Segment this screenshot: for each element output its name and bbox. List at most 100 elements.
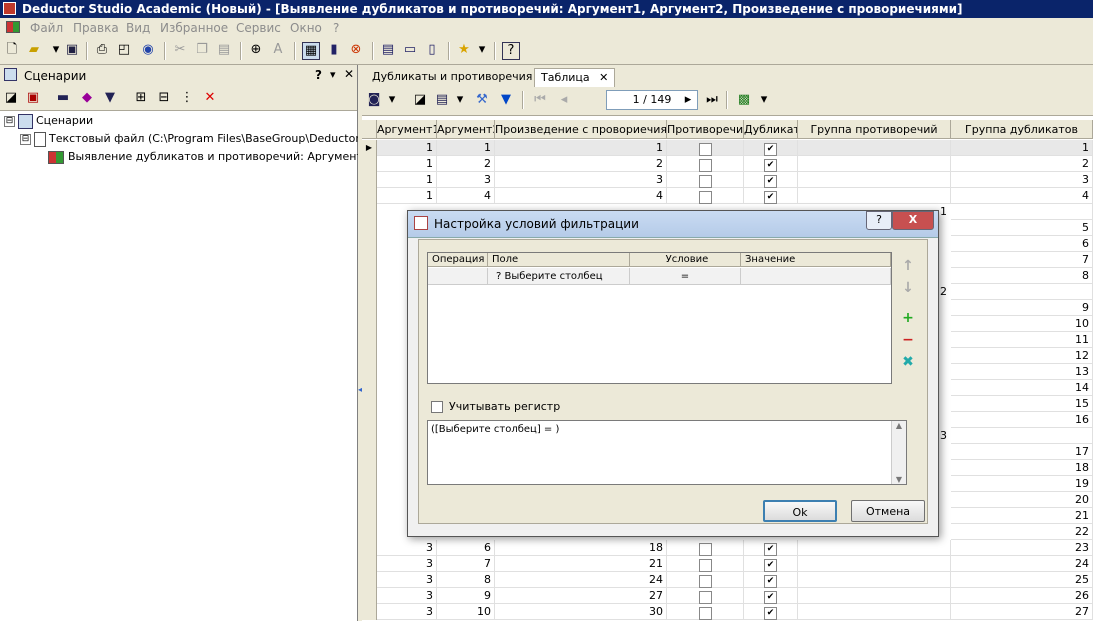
tree-node-duplicates[interactable]: Выявление дубликатов и противоречий: Арг…: [48, 148, 404, 166]
contradiction-checkbox[interactable]: [698, 174, 712, 188]
table-cell[interactable]: [798, 156, 951, 172]
table-cell[interactable]: [798, 540, 951, 556]
menu-window[interactable]: Окно: [290, 21, 322, 35]
table-cell[interactable]: 8: [437, 572, 495, 588]
table-cell[interactable]: [667, 588, 744, 604]
table-cell[interactable]: ✔: [744, 188, 798, 204]
table-row[interactable]: 3 10 30 ✔ 27: [362, 604, 1093, 620]
table-cell[interactable]: ✔: [744, 572, 798, 588]
duplicate-checkbox[interactable]: ✔: [764, 174, 777, 188]
table-cell[interactable]: 30: [495, 604, 667, 620]
column-header[interactable]: Дубликат: [744, 120, 798, 139]
tab-table[interactable]: Таблица ✕: [534, 68, 616, 87]
group-duplicates-cell[interactable]: 15: [951, 396, 1093, 412]
group-duplicates-cell[interactable]: 18: [951, 460, 1093, 476]
checkbox-box[interactable]: [431, 401, 443, 413]
table-cell[interactable]: 3: [377, 540, 437, 556]
group-duplicates-cell[interactable]: 8: [951, 268, 1093, 284]
table-cell[interactable]: [798, 556, 951, 572]
condition-cell[interactable]: =: [630, 268, 741, 285]
scroll-up-icon[interactable]: ▲: [892, 421, 906, 430]
group-duplicates-cell[interactable]: 19: [951, 476, 1093, 492]
contradiction-checkbox[interactable]: [698, 542, 712, 556]
export-dropdown-icon[interactable]: ▾: [756, 92, 772, 108]
duplicate-checkbox[interactable]: ✔: [764, 542, 777, 556]
wizard-visualize-icon[interactable]: ▬: [55, 90, 71, 106]
book-icon[interactable]: ▮: [326, 42, 342, 58]
group-duplicates-cell[interactable]: [951, 284, 1093, 300]
table-row[interactable]: 3 8 24 ✔ 25: [362, 572, 1093, 588]
wizard-report-icon[interactable]: ▼: [102, 90, 118, 106]
tree-node-textfile[interactable]: ⊟ Текстовый файл (C:\Program Files\BaseGr…: [20, 130, 390, 148]
menu-file[interactable]: Файл: [30, 21, 63, 35]
tab-close-icon[interactable]: ✕: [599, 71, 608, 84]
table-cell[interactable]: 3: [377, 556, 437, 572]
group-duplicates-cell[interactable]: 16: [951, 412, 1093, 428]
excel-export-icon[interactable]: ▩: [736, 92, 752, 108]
table-cell[interactable]: 1: [377, 172, 437, 188]
globe-icon[interactable]: ◉: [140, 42, 156, 58]
table-cell[interactable]: 4: [437, 188, 495, 204]
duplicate-checkbox[interactable]: ✔: [764, 142, 777, 156]
last-page-icon[interactable]: ⏭: [704, 92, 720, 108]
menu-help[interactable]: ?: [333, 21, 339, 35]
table-cell[interactable]: 1: [951, 140, 1093, 156]
mdi-child-icon[interactable]: [6, 21, 20, 33]
contradiction-checkbox[interactable]: [698, 574, 712, 588]
table-cell[interactable]: ✔: [744, 556, 798, 572]
filter-icon[interactable]: ▼: [498, 92, 514, 108]
tree-expander[interactable]: ⊟: [20, 133, 31, 145]
table-cell[interactable]: 1: [377, 140, 437, 156]
dialog-close-button[interactable]: X: [892, 211, 934, 230]
group-duplicates-cell[interactable]: 5: [951, 220, 1093, 236]
group-duplicates-cell[interactable]: [951, 428, 1093, 444]
tab-duplicates[interactable]: Дубликаты и противоречия ✕: [366, 68, 557, 86]
table-cell[interactable]: 3: [495, 172, 667, 188]
wizard-process-icon[interactable]: ▣: [25, 90, 41, 106]
column-header[interactable]: Группа противоречий: [798, 120, 951, 139]
move-up-icon[interactable]: ↑: [900, 258, 916, 274]
remove-condition-icon[interactable]: −: [900, 332, 916, 348]
open-folder-icon[interactable]: ▰: [26, 42, 42, 58]
first-page-icon[interactable]: ⏮: [532, 92, 548, 108]
table-cell[interactable]: [667, 156, 744, 172]
contradiction-checkbox[interactable]: [698, 190, 712, 204]
column-header[interactable]: Противоречие: [667, 120, 744, 139]
save-icon[interactable]: ▣: [64, 42, 80, 58]
table-row[interactable]: 3 6 18 ✔ 23: [362, 540, 1093, 556]
table-cell[interactable]: 2: [951, 156, 1093, 172]
help-icon[interactable]: ?: [502, 42, 520, 60]
panel-close-icon[interactable]: ✕: [344, 67, 354, 81]
wand-icon[interactable]: ⚒: [474, 92, 490, 108]
table-cell[interactable]: 7: [437, 556, 495, 572]
table-cell[interactable]: 1: [377, 156, 437, 172]
view-dropdown-icon[interactable]: ▾: [452, 92, 468, 108]
group-duplicates-cell[interactable]: 13: [951, 364, 1093, 380]
table-cell[interactable]: [667, 604, 744, 620]
camera-icon[interactable]: ◙: [366, 92, 382, 108]
table-cell[interactable]: [798, 588, 951, 604]
table-cell[interactable]: 4: [951, 188, 1093, 204]
duplicate-checkbox[interactable]: ✔: [764, 558, 777, 572]
table-cell[interactable]: [667, 188, 744, 204]
table-cell[interactable]: 26: [951, 588, 1093, 604]
table-cell[interactable]: 2: [495, 156, 667, 172]
expression-scrollbar[interactable]: ▲ ▼: [891, 421, 906, 484]
tree-expander[interactable]: ⊟: [4, 115, 15, 127]
table-cell[interactable]: ✔: [744, 604, 798, 620]
contradiction-checkbox[interactable]: [698, 558, 712, 572]
table-cell[interactable]: 3: [377, 604, 437, 620]
stop-icon[interactable]: ⊗: [348, 42, 364, 58]
ok-button[interactable]: Ok: [763, 500, 837, 522]
table-cell[interactable]: 1: [437, 140, 495, 156]
table-properties-icon[interactable]: ◪: [412, 92, 428, 108]
table-view-icon[interactable]: ▤: [434, 92, 450, 108]
group-duplicates-cell[interactable]: 17: [951, 444, 1093, 460]
table-row[interactable]: 3 7 21 ✔ 24: [362, 556, 1093, 572]
find-icon[interactable]: ⊕: [248, 42, 264, 58]
contradiction-checkbox[interactable]: [698, 606, 712, 620]
tree-expand-icon[interactable]: ⊞: [133, 90, 149, 106]
table-cell[interactable]: 24: [951, 556, 1093, 572]
contradiction-checkbox[interactable]: [698, 590, 712, 604]
table-cell[interactable]: ✔: [744, 588, 798, 604]
